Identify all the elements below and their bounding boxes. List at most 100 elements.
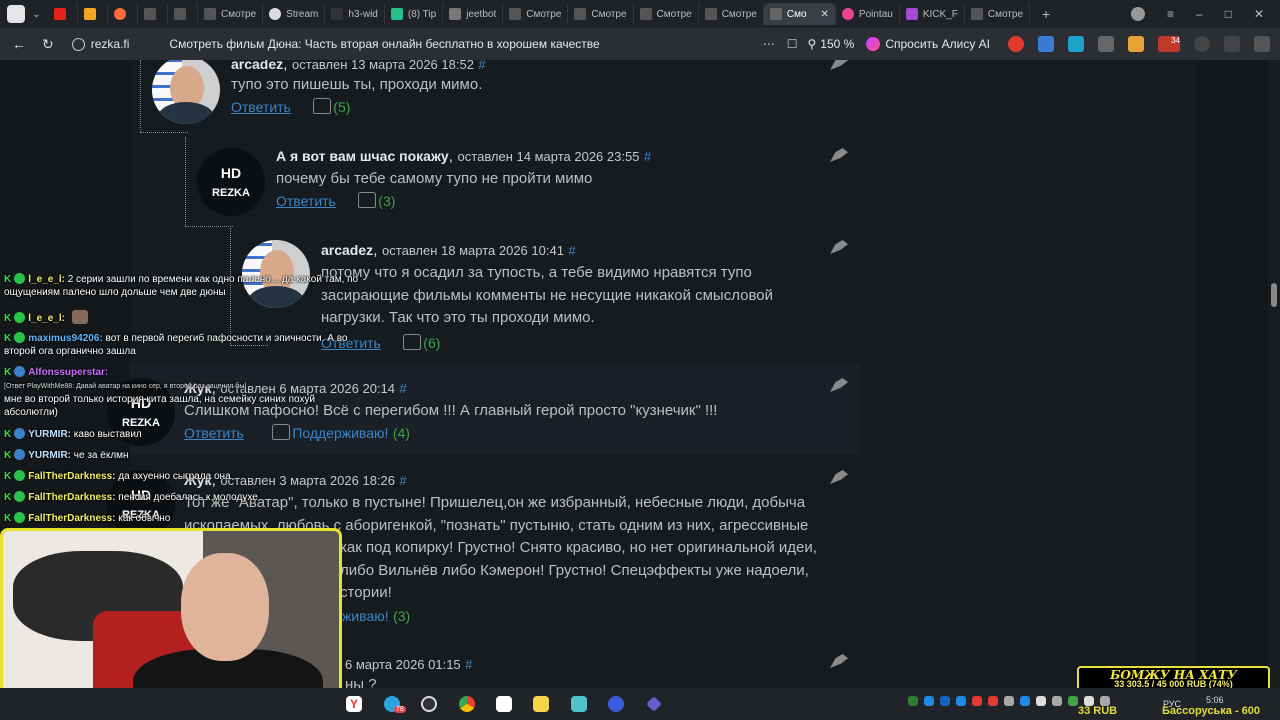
reply-button[interactable]: Ответить xyxy=(276,193,336,209)
comment-author[interactable]: А я вот вам шчас покажу xyxy=(276,148,449,164)
grid-icon xyxy=(144,8,156,20)
comment-permalink[interactable]: # xyxy=(478,60,485,72)
tab-jeetbot[interactable]: jeetbot xyxy=(443,3,504,25)
extension-teal-icon[interactable] xyxy=(1068,36,1084,52)
tab-smotret-5[interactable]: Смотре xyxy=(699,3,764,25)
comment-permalink[interactable]: # xyxy=(644,149,651,164)
sub-badge-icon xyxy=(14,491,26,502)
tab-smotret-4[interactable]: Смотре xyxy=(634,3,699,25)
comment-permalink[interactable]: # xyxy=(399,381,406,396)
tab-youtube[interactable] xyxy=(48,3,78,25)
url-text: rezka.fi xyxy=(90,37,130,51)
yandex-icon[interactable]: Y xyxy=(346,696,362,712)
like-button[interactable]: (6) xyxy=(403,334,440,352)
chrome-icon[interactable] xyxy=(459,696,475,712)
extension-hand-icon[interactable] xyxy=(1128,36,1144,52)
diamond-app-icon[interactable] xyxy=(646,696,662,712)
translate-icon[interactable] xyxy=(1038,36,1054,52)
maximize-icon[interactable]: □ xyxy=(1225,7,1232,21)
zoom-level: 150 % xyxy=(820,37,855,51)
site-info-icon[interactable] xyxy=(71,37,85,51)
tray-icon[interactable] xyxy=(956,696,966,706)
h3-icon xyxy=(331,8,344,20)
zoom-indicator[interactable]: ⚲ 150 % xyxy=(807,37,854,51)
browser-menu-icon[interactable] xyxy=(7,5,26,23)
extension-badge-icon[interactable]: 34 xyxy=(1158,36,1180,52)
new-tab-button[interactable]: + xyxy=(1042,6,1050,22)
tab-kick[interactable]: KICK_F xyxy=(900,3,965,25)
bookmark-icon[interactable]: ☐ xyxy=(787,37,798,51)
lock-app-icon[interactable] xyxy=(533,696,549,712)
clock[interactable]: 5:06 xyxy=(1206,695,1224,705)
edit-icon[interactable] xyxy=(830,148,848,162)
tray-icon[interactable] xyxy=(1068,696,1078,706)
url-field[interactable]: rezka.fi xyxy=(71,37,130,51)
page-scrollbar[interactable] xyxy=(1268,60,1280,688)
minimize-icon[interactable]: – xyxy=(1196,7,1203,21)
tray-icon[interactable] xyxy=(908,696,918,706)
chat-text: как обычно xyxy=(118,513,171,524)
edit-icon[interactable] xyxy=(830,240,848,254)
like-button[interactable]: (3) xyxy=(358,192,395,210)
tab-h3-widget[interactable]: h3-wid xyxy=(325,3,385,25)
tab-stream[interactable]: Stream xyxy=(263,3,326,25)
edit-icon[interactable] xyxy=(830,60,848,70)
note-app-icon[interactable] xyxy=(571,696,587,712)
tray-icon[interactable] xyxy=(924,696,934,706)
window-menu[interactable]: ⌄ xyxy=(0,0,48,28)
tray-icon[interactable] xyxy=(1020,696,1030,706)
tray-icon[interactable] xyxy=(1004,696,1014,706)
h-app-icon[interactable] xyxy=(496,696,512,712)
profile-icon[interactable] xyxy=(1130,7,1145,21)
reload-icon[interactable]: ↻ xyxy=(42,36,54,53)
like-button[interactable]: живаю! (3) xyxy=(342,608,410,626)
tab-smotret-3[interactable]: Смотре xyxy=(568,3,634,25)
like-count: (3) xyxy=(393,608,411,624)
like-button[interactable]: (5) xyxy=(313,98,350,116)
edit-icon[interactable] xyxy=(830,378,848,392)
tray-icon[interactable] xyxy=(1052,696,1062,706)
media-icon[interactable] xyxy=(1194,36,1210,52)
obs-icon[interactable] xyxy=(421,696,437,712)
tray-icon[interactable] xyxy=(988,696,998,706)
glasses-icon[interactable] xyxy=(1098,36,1114,52)
extension-grey-icon[interactable] xyxy=(1254,36,1270,52)
chat-username: YURMIR: xyxy=(28,429,72,440)
comment-permalink[interactable]: # xyxy=(465,657,472,672)
chevron-down-icon[interactable]: ⌄ xyxy=(32,9,40,20)
more-icon[interactable]: ⋯ xyxy=(763,37,775,51)
scroll-thumb[interactable] xyxy=(1271,283,1277,307)
tab-grid-2[interactable] xyxy=(168,3,198,25)
menu-icon[interactable]: ≡ xyxy=(1167,7,1174,21)
back-icon[interactable]: ← xyxy=(12,36,26,53)
comment-permalink[interactable]: # xyxy=(399,473,406,488)
kick-badge-icon: K xyxy=(4,367,12,378)
thread-line xyxy=(185,137,186,227)
tab-tip[interactable]: (8) Tip xyxy=(385,3,444,25)
edit-icon[interactable] xyxy=(830,654,848,668)
tab-lens[interactable] xyxy=(108,3,138,25)
download-icon[interactable] xyxy=(1224,36,1240,52)
comment-author[interactable]: arcadez xyxy=(231,60,283,72)
tray-icon[interactable] xyxy=(1036,696,1046,706)
extension-red-icon[interactable] xyxy=(1008,36,1024,52)
tab-grid-1[interactable] xyxy=(138,3,168,25)
tab-pointauc[interactable]: Pointau xyxy=(836,3,900,25)
chat-message: K YURMIR: че за ёклмн xyxy=(4,449,369,462)
comment-permalink[interactable]: # xyxy=(568,243,575,258)
edit-icon[interactable] xyxy=(830,470,848,484)
close-icon[interactable]: ✕ xyxy=(821,9,829,20)
tab-smotret-1[interactable]: Смотре xyxy=(198,3,264,25)
tab-smotret-6[interactable]: Смотре xyxy=(965,3,1031,25)
close-window-icon[interactable]: ✕ xyxy=(1254,7,1264,21)
tab-m[interactable] xyxy=(78,3,108,25)
ask-alice-button[interactable]: Спросить Алису AI xyxy=(866,37,990,51)
tray-icon[interactable] xyxy=(972,696,982,706)
comment-author[interactable]: arcadez xyxy=(321,242,373,258)
tab-active[interactable]: Смо ✕ xyxy=(763,3,836,25)
chat-app-icon[interactable] xyxy=(608,696,624,712)
tray-icon[interactable] xyxy=(940,696,950,706)
tab-smotret-2[interactable]: Смотре xyxy=(503,3,569,25)
tab-label: (8) Tip xyxy=(407,8,437,20)
reply-button[interactable]: Ответить xyxy=(231,99,291,115)
